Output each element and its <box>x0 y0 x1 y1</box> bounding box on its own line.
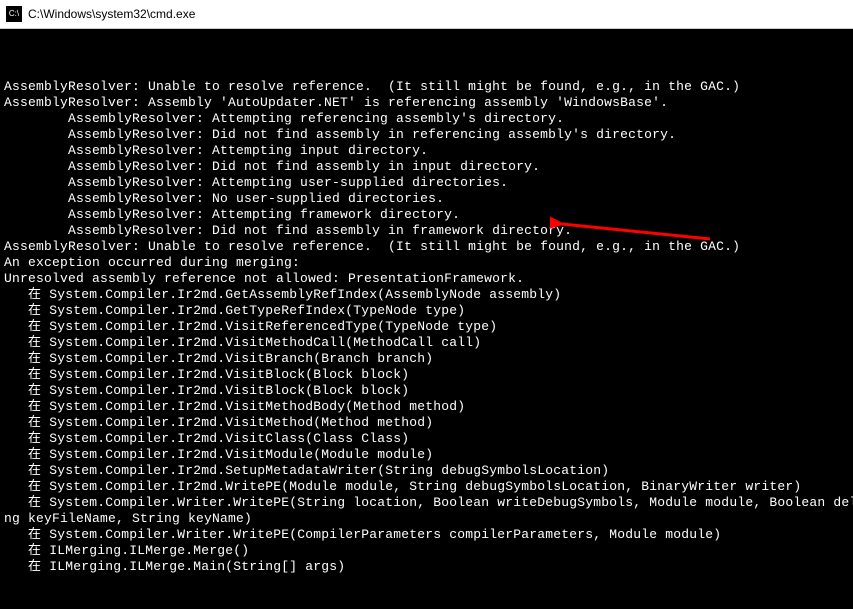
console-line: ng keyFileName, String keyName) <box>4 511 849 527</box>
console-line: AssemblyResolver: Attempting framework d… <box>4 207 849 223</box>
console-line: 在 System.Compiler.Ir2md.VisitClass(Class… <box>4 431 849 447</box>
console-line: AssemblyResolver: Attempting input direc… <box>4 143 849 159</box>
console-line: AssemblyResolver: Did not find assembly … <box>4 159 849 175</box>
console-line: An exception occurred during merging: <box>4 255 849 271</box>
console-line: Unresolved assembly reference not allowe… <box>4 271 849 287</box>
console-line: 在 System.Compiler.Ir2md.SetupMetadataWri… <box>4 463 849 479</box>
window-title-bar[interactable]: C:\ C:\Windows\system32\cmd.exe <box>0 0 853 29</box>
console-line: 在 System.Compiler.Ir2md.WritePE(Module m… <box>4 479 849 495</box>
console-line: 在 ILMerging.ILMerge.Merge() <box>4 543 849 559</box>
console-line: 在 System.Compiler.Ir2md.VisitMethodBody(… <box>4 399 849 415</box>
console-line: 在 ILMerging.ILMerge.Main(String[] args) <box>4 559 849 575</box>
console-line: AssemblyResolver: Attempting user-suppli… <box>4 175 849 191</box>
console-line: 在 System.Compiler.Ir2md.VisitModule(Modu… <box>4 447 849 463</box>
console-line: 在 System.Compiler.Writer.WritePE(Compile… <box>4 527 849 543</box>
cmd-icon-label: C:\ <box>9 10 19 18</box>
console-line: 在 System.Compiler.Ir2md.VisitBlock(Block… <box>4 383 849 399</box>
window-title: C:\Windows\system32\cmd.exe <box>28 7 195 21</box>
console-line: AssemblyResolver: Unable to resolve refe… <box>4 79 849 95</box>
console-line: AssemblyResolver: Did not find assembly … <box>4 223 849 239</box>
console-line: AssemblyResolver: Assembly 'AutoUpdater.… <box>4 95 849 111</box>
console-line: 在 System.Compiler.Ir2md.VisitReferencedT… <box>4 319 849 335</box>
console-line: 在 System.Compiler.Writer.WritePE(String … <box>4 495 849 511</box>
cmd-icon: C:\ <box>6 6 22 22</box>
console-line: AssemblyResolver: Unable to resolve refe… <box>4 239 849 255</box>
console-line: 在 System.Compiler.Ir2md.VisitBlock(Block… <box>4 367 849 383</box>
console-output[interactable]: AssemblyResolver: Unable to resolve refe… <box>0 29 853 609</box>
console-line: 在 System.Compiler.Ir2md.VisitBranch(Bran… <box>4 351 849 367</box>
console-line: 在 System.Compiler.Ir2md.GetTypeRefIndex(… <box>4 303 849 319</box>
console-line: AssemblyResolver: No user-supplied direc… <box>4 191 849 207</box>
console-line: AssemblyResolver: Did not find assembly … <box>4 127 849 143</box>
console-line: AssemblyResolver: Attempting referencing… <box>4 111 849 127</box>
console-line: 在 System.Compiler.Ir2md.VisitMethod(Meth… <box>4 415 849 431</box>
console-line: 在 System.Compiler.Ir2md.GetAssemblyRefIn… <box>4 287 849 303</box>
console-line: 在 System.Compiler.Ir2md.VisitMethodCall(… <box>4 335 849 351</box>
